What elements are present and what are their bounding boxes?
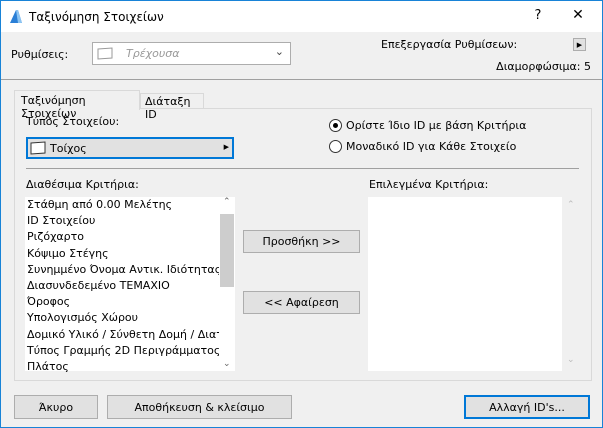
dialog-window: Ταξινόμηση Στοιχείων ? ✕ Ρυθμίσεις: Τρέχ… — [0, 0, 603, 428]
element-type-button[interactable]: Τοίχος ▶ — [26, 137, 234, 159]
scroll-up-icon: ⌃ — [567, 200, 575, 210]
settings-dropdown[interactable]: Τρέχουσα ⌄ — [92, 42, 291, 65]
criteria-list-item[interactable]: Δομικό Υλικό / Σύνθετη Δομή / Διατ... — [25, 327, 219, 343]
criteria-list-item[interactable]: Συνημμένο Όνομα Αντικ. Ιδιότητας — [25, 262, 219, 278]
configurable-count: Διαμορφώσιμα: 5 — [496, 60, 591, 73]
selected-criteria-label: Επιλεγμένα Κριτήρια: — [369, 178, 489, 191]
element-type-label: Τύπος Στοιχείου: — [26, 115, 120, 128]
scrollbar-thumb[interactable] — [220, 214, 234, 287]
chevron-down-icon: ⌄ — [274, 45, 284, 58]
triangle-right-icon: ▶ — [576, 40, 583, 49]
edit-settings-button[interactable]: ▶ — [573, 38, 586, 51]
criteria-list-item[interactable]: Τύπος Γραμμής 2D Περιγράμματος — [25, 343, 219, 359]
add-button[interactable]: Προσθήκη >> — [243, 230, 360, 253]
scroll-down-icon[interactable]: ⌄ — [223, 359, 231, 369]
element-type-value: Τοίχος — [50, 142, 87, 155]
criteria-list-item[interactable]: Κόψιμο Στέγης — [25, 246, 219, 262]
criteria-list-item[interactable]: Υπολογισμός Χώρου — [25, 310, 219, 326]
scroll-up-icon[interactable]: ⌃ — [223, 197, 231, 207]
wall-icon — [97, 47, 113, 60]
remove-button[interactable]: << Αφαίρεση — [243, 291, 360, 314]
available-criteria-label: Διαθέσιμα Κριτήρια: — [26, 178, 139, 191]
app-logo-icon — [10, 10, 22, 23]
settings-label: Ρυθμίσεις: — [11, 48, 69, 61]
triangle-right-icon: ▶ — [223, 143, 229, 151]
radio-same-id-label[interactable]: Ορίστε Ίδιο ID με βάση Κριτήρια — [346, 119, 526, 132]
criteria-list-item[interactable]: Διασυνδεδεμένο ΤΕΜΑΧΙΟ — [25, 278, 219, 294]
criteria-list-item[interactable]: Ριζόχαρτο — [25, 229, 219, 245]
save-close-button[interactable]: Αποθήκευση & κλείσιμο — [107, 395, 292, 419]
scroll-down-icon: ⌄ — [567, 355, 575, 365]
settings-dropdown-value: Τρέχουσα — [126, 47, 180, 60]
selected-criteria-list[interactable] — [368, 197, 562, 371]
scrollbar[interactable]: ⌃ ⌄ — [219, 197, 235, 371]
radio-unique-id-label[interactable]: Μοναδικό ID για Κάθε Στοιχείο — [346, 140, 516, 153]
available-criteria-list[interactable]: Στάθμη από 0.00 Μελέτης ID Στοιχείου Ριζόχ… — [25, 197, 235, 373]
help-button[interactable]: ? — [528, 8, 548, 23]
change-ids-button[interactable]: Αλλαγή ID's... — [464, 395, 590, 419]
title-bar: Ταξινόμηση Στοιχείων ? ✕ — [1, 1, 602, 32]
cancel-button[interactable]: Άκυρο — [14, 395, 98, 419]
separator — [26, 168, 579, 169]
window-title: Ταξινόμηση Στοιχείων — [29, 10, 164, 24]
tab-sort-elements[interactable]: Ταξινόμηση Στοιχείων — [14, 90, 140, 120]
criteria-list-item[interactable]: Πλάτος — [25, 359, 219, 375]
radio-same-id[interactable] — [329, 119, 342, 132]
radio-unique-id[interactable] — [329, 140, 342, 153]
criteria-list-item[interactable]: Όροφος — [25, 294, 219, 310]
close-button[interactable]: ✕ — [568, 7, 588, 23]
separator — [1, 79, 602, 80]
criteria-list-item[interactable]: ID Στοιχείου — [25, 213, 219, 229]
edit-settings-label: Επεξεργασία Ρυθμίσεων: — [381, 38, 518, 51]
criteria-list-item[interactable]: Στάθμη από 0.00 Μελέτης — [25, 197, 219, 213]
wall-icon — [30, 141, 46, 155]
tab-id-layout[interactable]: Διάταξη ID — [140, 93, 204, 121]
